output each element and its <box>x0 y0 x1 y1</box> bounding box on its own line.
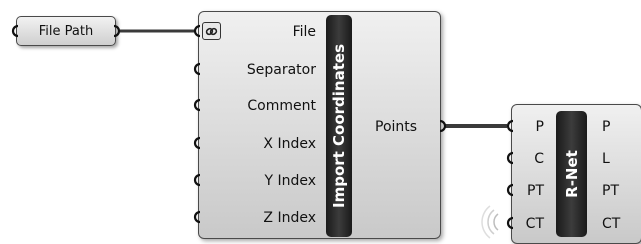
input-label-file: File <box>292 24 316 40</box>
input-label-x-index: X Index <box>263 136 316 152</box>
rnet-component[interactable]: P C PT CT R-Net P L PT CT <box>511 104 641 244</box>
import-coordinates-title: Import Coordinates <box>330 43 349 209</box>
rnet-input-label-pt: PT <box>527 183 544 199</box>
rnet-input-label-ct: CT <box>525 216 544 232</box>
rnet-input-label-p: P <box>535 119 544 135</box>
rnet-output-label-ct: CT <box>602 216 621 232</box>
input-label-comment: Comment <box>247 98 316 114</box>
rnet-output-label-p: P <box>602 119 611 135</box>
import-coordinates-title-bar[interactable]: Import Coordinates <box>326 15 352 237</box>
rnet-input-label-c: C <box>534 151 544 167</box>
rnet-output-label-pt: PT <box>602 183 619 199</box>
import-coordinates-component[interactable]: File Separator Comment X Index Y Index Z… <box>198 11 441 239</box>
rnet-output-label-l: L <box>602 151 610 167</box>
input-label-separator: Separator <box>246 62 316 78</box>
file-path-param[interactable]: File Path <box>16 16 116 46</box>
input-label-y-index: Y Index <box>264 173 316 189</box>
input-label-z-index: Z Index <box>263 210 316 226</box>
rnet-title-bar[interactable]: R-Net <box>556 111 587 237</box>
file-path-label: File Path <box>38 23 94 39</box>
output-label-points: Points <box>375 119 418 135</box>
rnet-title: R-Net <box>562 150 581 198</box>
link-icon[interactable] <box>202 22 221 40</box>
